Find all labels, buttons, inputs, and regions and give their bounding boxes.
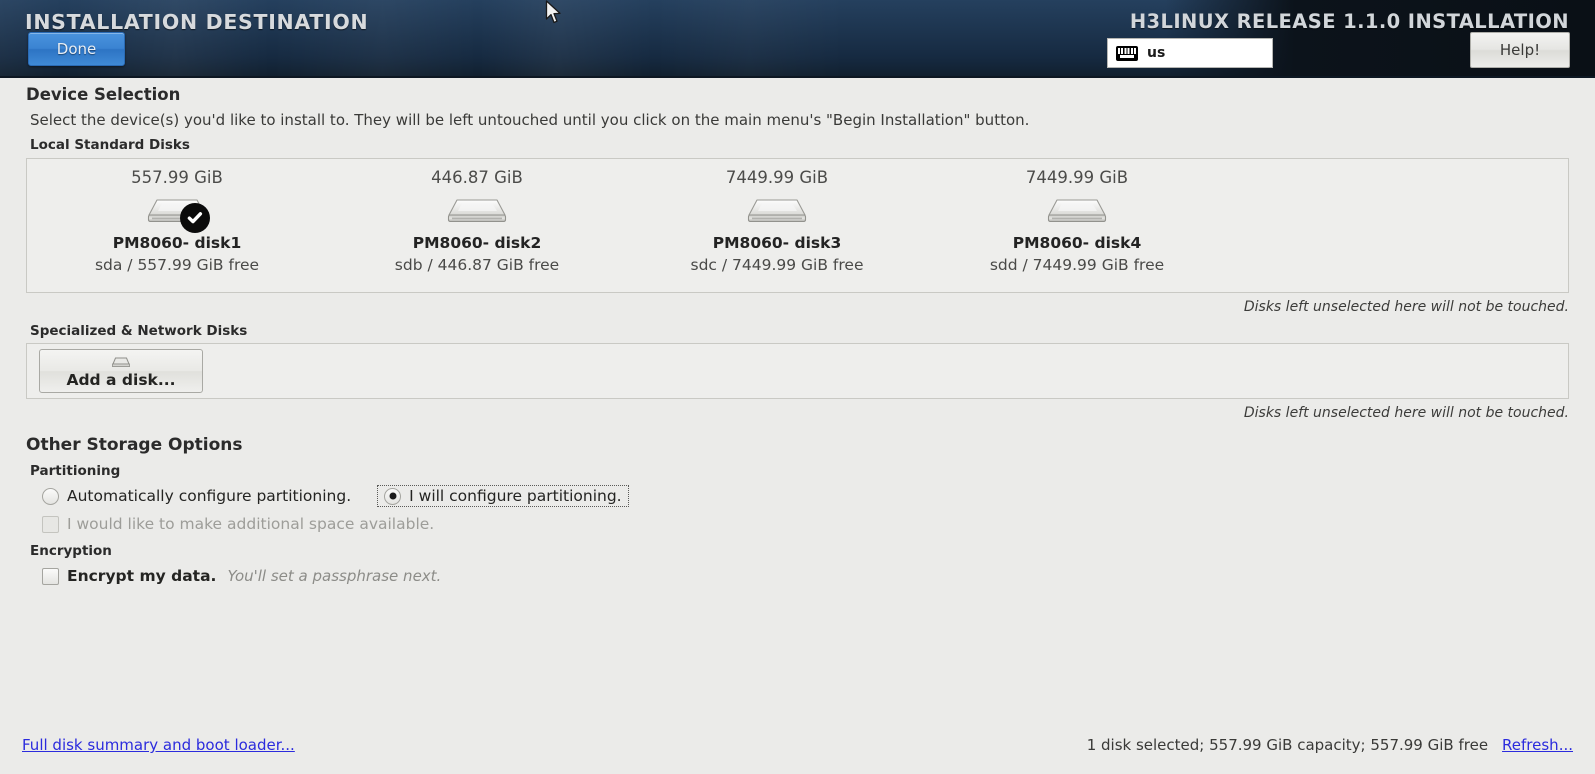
hard-drive-icon — [742, 194, 812, 228]
refresh-link[interactable]: Refresh... — [1502, 736, 1573, 754]
disk-free-space: sda / 557.99 GiB free — [94, 256, 260, 274]
help-button[interactable]: Help! — [1470, 32, 1570, 68]
disk-tile-sdd[interactable]: 7449.99 GiB PM8060- disk4 sdd / 7449.99 G… — [927, 168, 1227, 274]
full-disk-summary-link[interactable]: Full disk summary and boot loader... — [22, 736, 295, 754]
disk-tile-sdb[interactable]: 446.87 GiB PM8060- disk2 sdb / 446.87 GiB… — [327, 168, 627, 274]
disk-icon — [110, 353, 132, 367]
radio-indicator-automatic — [42, 487, 59, 505]
disk-name: PM8060- disk2 — [412, 234, 542, 252]
specialized-disks-panel: Add a disk... — [26, 343, 1569, 399]
encryption-note: You'll set a passphrase next. — [227, 567, 442, 585]
specialized-disks-title: Specialized & Network Disks — [30, 323, 248, 339]
other-storage-options-title: Other Storage Options — [26, 435, 243, 455]
local-disks-panel: 557.99 GiB PM8060- disk1 sda / 557.99 GiB… — [26, 158, 1569, 293]
specialized-disks-hint: Disks left unselected here will not be t… — [1243, 405, 1569, 421]
checkbox-encrypt-data[interactable]: Encrypt my data. — [38, 565, 220, 587]
disk-name: PM8060- disk1 — [112, 234, 242, 252]
release-label: H3LINUX RELEASE 1.1.0 INSTALLATION — [1129, 10, 1569, 33]
add-a-disk-label: Add a disk... — [66, 371, 176, 389]
disk-icon-wrap — [1042, 194, 1112, 228]
keyboard-layout-indicator[interactable]: us — [1107, 38, 1273, 68]
radio-indicator-manual — [384, 487, 402, 505]
installer-header: INSTALLATION DESTINATION Done H3LINUX RE… — [0, 0, 1595, 78]
disk-icon-wrap — [142, 194, 212, 233]
radio-label-manual: I will configure partitioning. — [409, 487, 622, 505]
device-selection-description: Select the device(s) you'd like to insta… — [30, 111, 1030, 129]
checkbox-indicator-reclaim — [42, 515, 59, 533]
encryption-title: Encryption — [30, 543, 112, 559]
disk-icon-wrap — [742, 194, 812, 228]
partitioning-title: Partitioning — [30, 463, 121, 479]
footer-bar: Full disk summary and boot loader... 1 d… — [0, 716, 1595, 774]
disk-free-space: sdc / 7449.99 GiB free — [690, 256, 864, 274]
disk-free-space: sdd / 7449.99 GiB free — [989, 256, 1165, 274]
done-button[interactable]: Done — [28, 32, 125, 66]
page-title: INSTALLATION DESTINATION — [25, 10, 369, 34]
radio-label-automatic: Automatically configure partitioning. — [67, 487, 352, 505]
disk-icon-wrap — [442, 194, 512, 228]
selected-check-icon — [180, 203, 210, 233]
disk-capacity: 557.99 GiB — [131, 168, 223, 187]
checkbox-label-reclaim: I would like to make additional space av… — [67, 515, 435, 533]
partitioning-radio-row: Automatically configure partitioning. I … — [38, 485, 1569, 507]
main-content: Device Selection Select the device(s) yo… — [0, 80, 1595, 716]
disk-capacity: 446.87 GiB — [431, 168, 523, 187]
disk-name: PM8060- disk4 — [1012, 234, 1142, 252]
selection-summary-text: 1 disk selected; 557.99 GiB capacity; 55… — [1086, 736, 1489, 754]
keyboard-icon — [1116, 45, 1138, 61]
local-standard-disks-title: Local Standard Disks — [30, 137, 190, 153]
footer-status-group: 1 disk selected; 557.99 GiB capacity; 55… — [1087, 736, 1573, 754]
disk-capacity: 7449.99 GiB — [1025, 168, 1129, 187]
hard-drive-icon — [442, 194, 512, 228]
reclaim-space-row: I would like to make additional space av… — [38, 513, 1569, 535]
checkbox-reclaim-space[interactable]: I would like to make additional space av… — [38, 513, 438, 535]
local-disks-hint: Disks left unselected here will not be t… — [1243, 299, 1569, 315]
checkbox-indicator-encrypt — [42, 567, 59, 585]
checkbox-label-encrypt: Encrypt my data. — [67, 567, 217, 585]
disk-capacity: 7449.99 GiB — [725, 168, 829, 187]
radio-automatic-partitioning[interactable]: Automatically configure partitioning. — [38, 485, 355, 507]
add-a-disk-button[interactable]: Add a disk... — [39, 349, 203, 393]
disk-free-space: sdb / 446.87 GiB free — [394, 256, 560, 274]
disk-name: PM8060- disk3 — [712, 234, 842, 252]
disk-tile-sda[interactable]: 557.99 GiB PM8060- disk1 sda / 557.99 GiB… — [27, 168, 327, 274]
hard-drive-icon — [1042, 194, 1112, 228]
radio-manual-partitioning[interactable]: I will configure partitioning. — [377, 485, 629, 507]
device-selection-title: Device Selection — [26, 85, 181, 104]
encryption-row: Encrypt my data. You'll set a passphrase… — [38, 565, 1569, 587]
disk-tile-sdc[interactable]: 7449.99 GiB PM8060- disk3 sdc / 7449.99 G… — [627, 168, 927, 274]
keyboard-layout-label: us — [1147, 45, 1166, 61]
